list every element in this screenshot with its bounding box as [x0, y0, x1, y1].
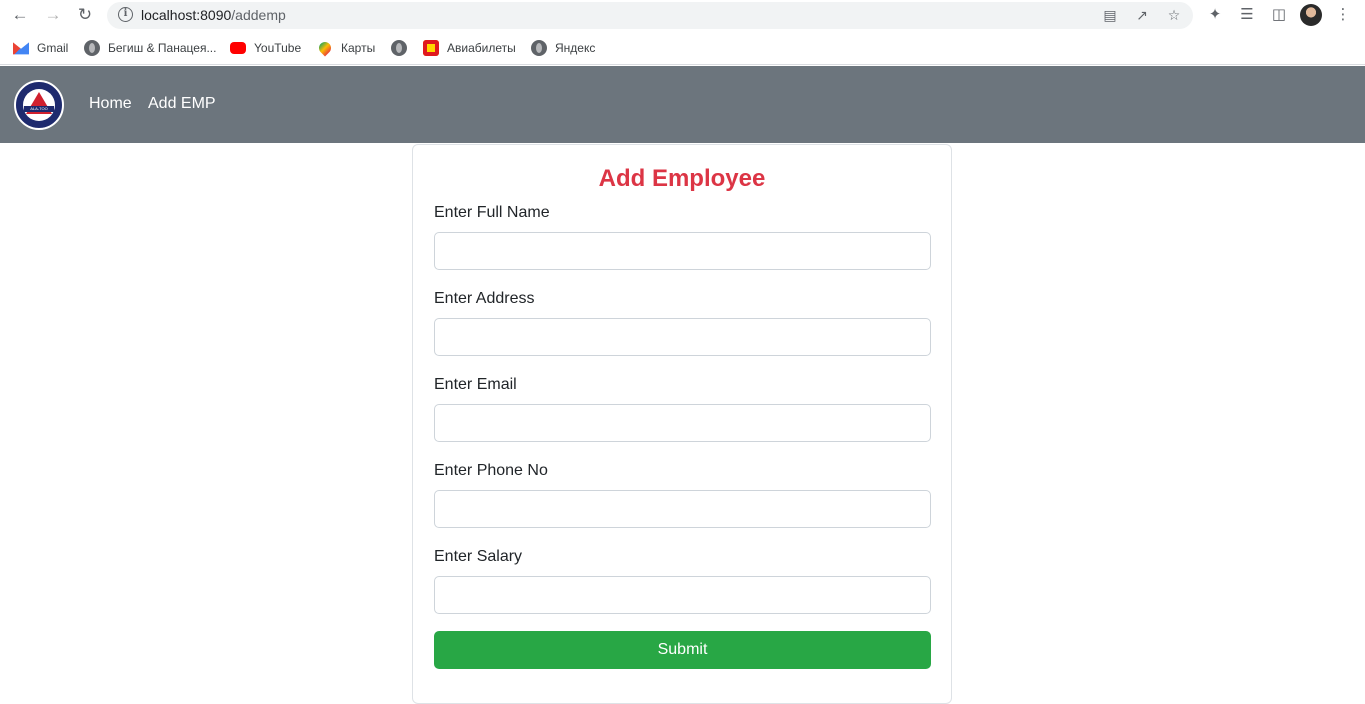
- salary-label: Enter Salary: [434, 548, 523, 565]
- gmail-icon: [13, 42, 29, 55]
- full-name-label: Enter Full Name: [434, 204, 550, 221]
- bookmark-unnamed[interactable]: [391, 39, 415, 57]
- form-title: Add Employee: [598, 165, 766, 192]
- profile-avatar[interactable]: [1300, 4, 1322, 26]
- share-icon[interactable]: ↗: [1133, 6, 1151, 24]
- submit-button[interactable]: Submit: [434, 631, 931, 669]
- bookmark-label: Авиабилеты: [447, 41, 516, 55]
- logo-text: ALA-TOO: [24, 106, 54, 112]
- side-panel-icon[interactable]: ◫: [1269, 5, 1289, 25]
- bookmark-begish[interactable]: Бегиш & Панацея...: [84, 39, 216, 57]
- maps-icon: [316, 39, 334, 57]
- address-bar[interactable]: i localhost:8090/addemp ▤ ↗ ☆: [107, 2, 1193, 29]
- ala-too-logo[interactable]: ALA-TOO: [14, 80, 64, 130]
- email-label: Enter Email: [434, 376, 517, 393]
- url-text[interactable]: localhost:8090/addemp: [141, 7, 286, 23]
- back-arrow-icon[interactable]: ←: [9, 4, 31, 26]
- reload-icon[interactable]: ↻: [74, 4, 96, 26]
- phone-label: Enter Phone No: [434, 462, 548, 479]
- extensions-icon[interactable]: ✦: [1205, 5, 1225, 25]
- nav-link-add-emp[interactable]: Add EMP: [148, 95, 216, 113]
- globe-icon: [84, 40, 100, 56]
- full-name-input[interactable]: [434, 232, 931, 270]
- salary-input[interactable]: [434, 576, 931, 614]
- bookmark-yandex[interactable]: Яндекс: [531, 39, 595, 57]
- address-input[interactable]: [434, 318, 931, 356]
- email-input[interactable]: [434, 404, 931, 442]
- browser-toolbar: ← → ↻ i localhost:8090/addemp ▤ ↗ ☆ ✦ ☰ …: [0, 0, 1365, 31]
- bookmark-label: Бегиш & Панацея...: [108, 41, 217, 55]
- bookmarks-bar: Gmail Бегиш & Панацея... YouTube Карты А…: [0, 31, 1365, 65]
- bookmark-label: Яндекс: [555, 41, 596, 55]
- bookmark-gmail[interactable]: Gmail: [13, 39, 68, 57]
- bookmark-label: YouTube: [254, 41, 302, 55]
- bookmark-star-icon[interactable]: ☆: [1165, 6, 1183, 24]
- nav-link-home[interactable]: Home: [89, 95, 132, 113]
- add-employee-card: Add Employee Enter Full Name Enter Addre…: [412, 144, 952, 704]
- phone-input[interactable]: [434, 490, 931, 528]
- globe-icon: [391, 40, 407, 56]
- app-navbar: ALA-TOO Home Add EMP: [0, 66, 1365, 143]
- url-host: localhost:8090: [141, 7, 232, 23]
- media-control-icon[interactable]: ☰: [1237, 5, 1257, 25]
- forward-arrow-icon[interactable]: →: [42, 4, 64, 26]
- url-path: /addemp: [231, 7, 286, 23]
- aviabilety-icon: [423, 40, 439, 56]
- bookmark-maps[interactable]: Карты: [316, 39, 376, 57]
- bookmark-label: Карты: [341, 41, 376, 55]
- bookmark-label: Gmail: [37, 41, 69, 55]
- bookmark-youtube[interactable]: YouTube: [230, 39, 301, 57]
- translate-icon[interactable]: ▤: [1101, 6, 1119, 24]
- globe-icon: [531, 40, 547, 56]
- bookmark-aviabilety[interactable]: Авиабилеты: [423, 39, 516, 57]
- youtube-icon: [230, 42, 246, 54]
- address-label: Enter Address: [434, 290, 535, 307]
- site-info-icon[interactable]: i: [118, 7, 133, 22]
- menu-kebab-icon[interactable]: ⋮: [1333, 5, 1353, 25]
